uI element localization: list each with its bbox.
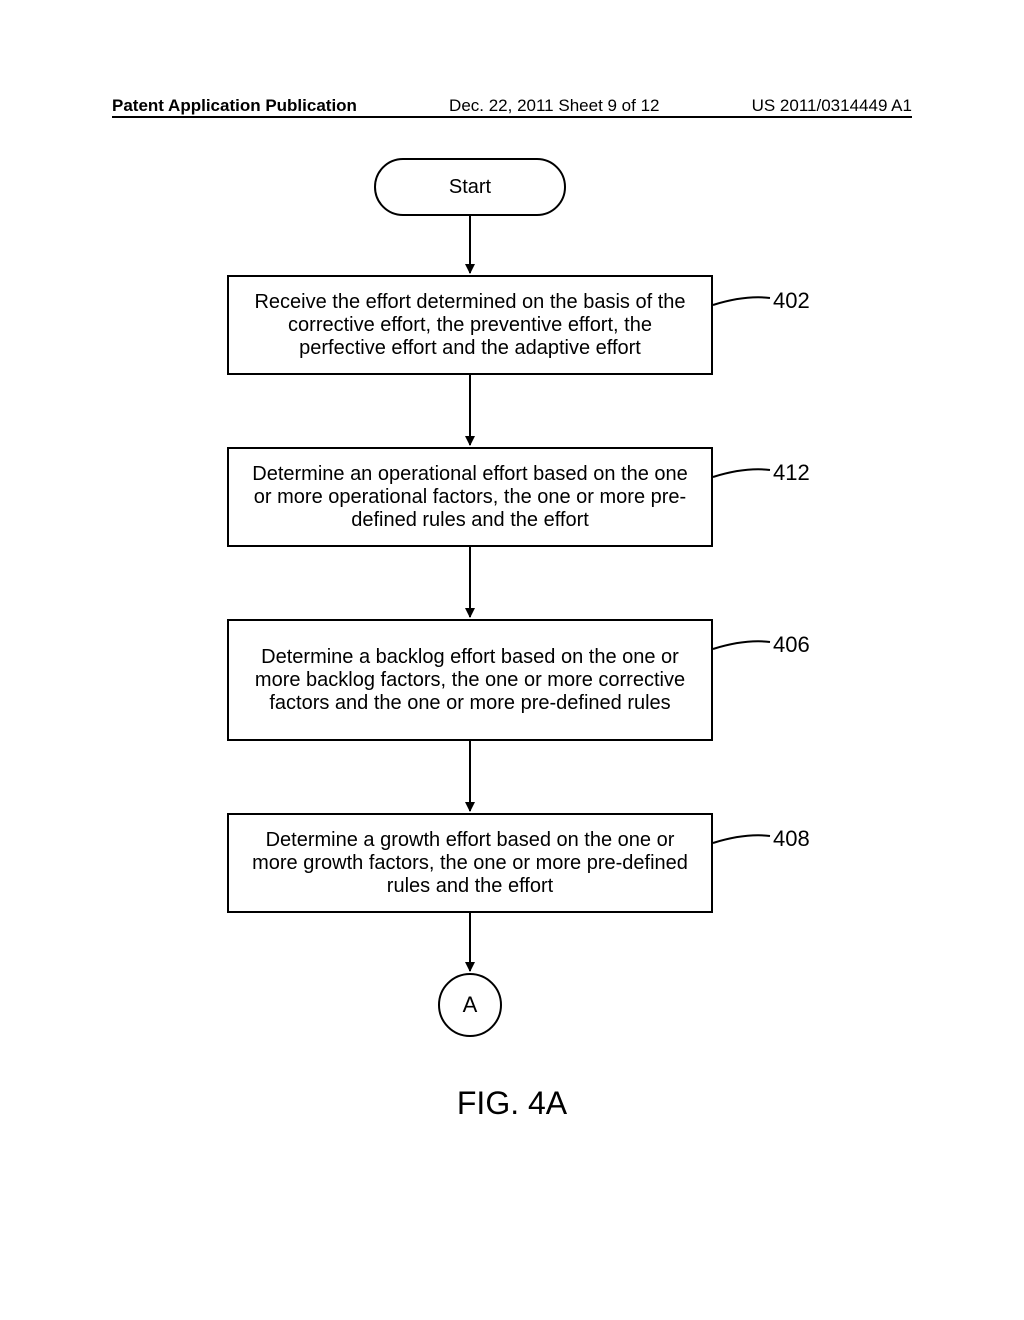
step-412-ref: 412 — [773, 460, 810, 486]
step-402-text: Receive the effort determined on the bas… — [247, 291, 693, 360]
step-408-text: Determine a growth effort based on the o… — [247, 829, 693, 898]
step-406-ref: 406 — [773, 632, 810, 658]
step-402-ref: 402 — [773, 288, 810, 314]
step-408-box: Determine a growth effort based on the o… — [227, 813, 713, 913]
header-right: US 2011/0314449 A1 — [752, 96, 912, 116]
page-root: Patent Application Publication Dec. 22, … — [0, 0, 1024, 1320]
step-406-box: Determine a backlog effort based on the … — [227, 619, 713, 741]
step-406-text: Determine a backlog effort based on the … — [247, 646, 693, 715]
step-402-box: Receive the effort determined on the bas… — [227, 275, 713, 375]
start-node: Start — [374, 158, 566, 216]
connector-a-node: A — [438, 973, 502, 1037]
header-rule — [112, 116, 912, 118]
header-left: Patent Application Publication — [112, 96, 357, 116]
figure-caption: FIG. 4A — [0, 1085, 1024, 1122]
step-412-text: Determine an operational effort based on… — [247, 463, 693, 532]
step-412-box: Determine an operational effort based on… — [227, 447, 713, 547]
page-header: Patent Application Publication Dec. 22, … — [0, 86, 1024, 118]
header-mid: Dec. 22, 2011 Sheet 9 of 12 — [449, 96, 659, 116]
flowchart: Start Receive the effort determined on t… — [0, 158, 1024, 1158]
step-408-ref: 408 — [773, 826, 810, 852]
